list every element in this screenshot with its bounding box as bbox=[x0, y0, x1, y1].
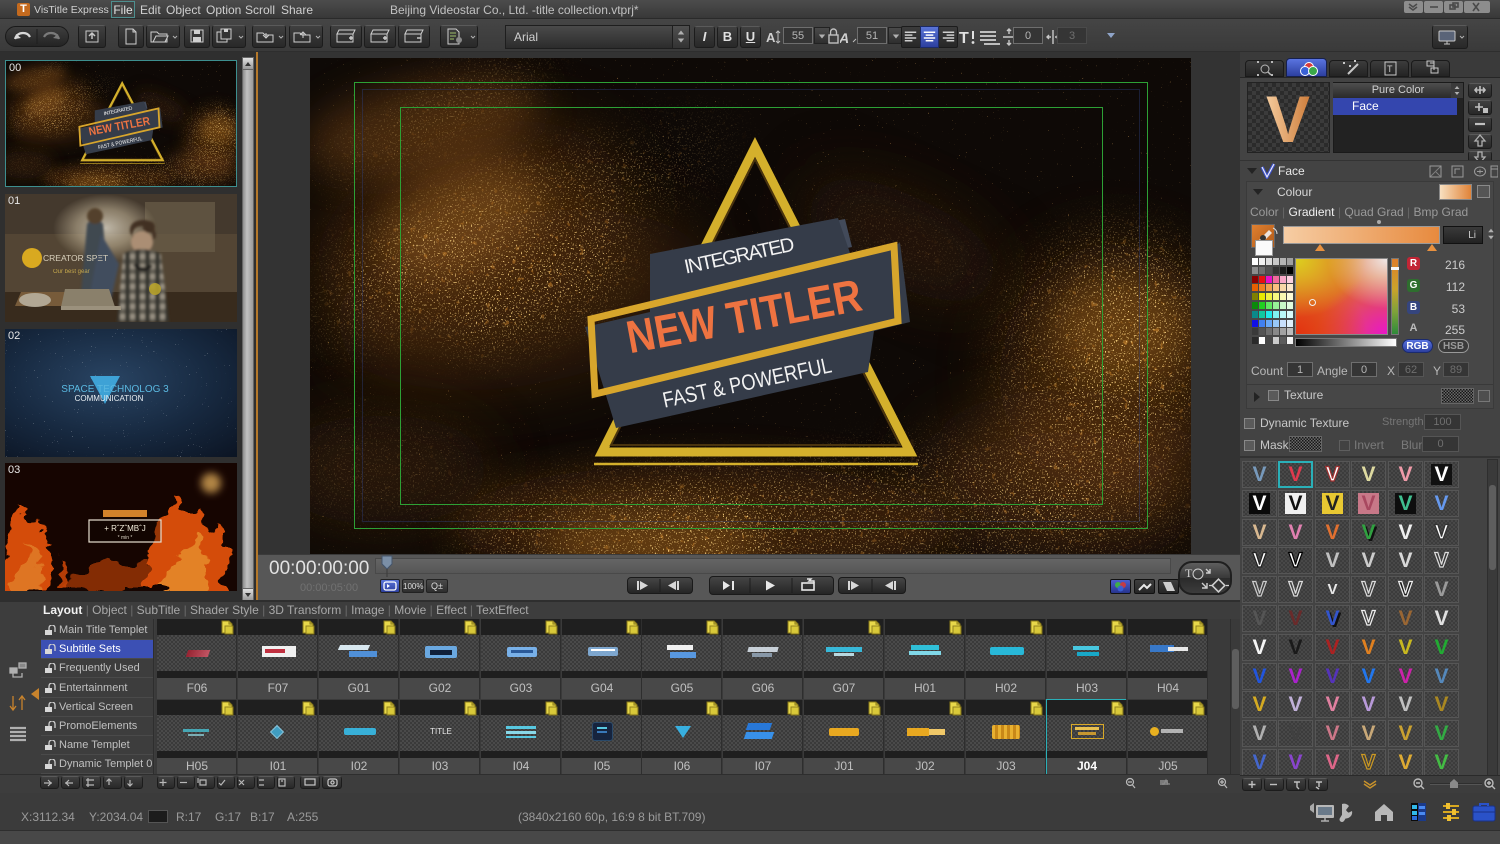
svg-text:CREATOR SPΞT: CREATOR SPΞT bbox=[43, 253, 108, 263]
svg-text:* min *: * min * bbox=[118, 535, 133, 541]
svg-text:T: T bbox=[1185, 566, 1193, 580]
svg-text:CΟMMUNICATIΟN: CΟMMUNICATIΟN bbox=[75, 394, 144, 403]
svg-text:A: A bbox=[766, 30, 776, 45]
svg-text:T: T bbox=[1387, 64, 1393, 74]
svg-text:Our best gear: Our best gear bbox=[53, 269, 90, 275]
svg-text:+ RˆZˆMBˆJ: + RˆZˆMBˆJ bbox=[104, 524, 146, 533]
svg-text:A: A bbox=[840, 30, 851, 46]
svg-text:V: V bbox=[1266, 82, 1310, 153]
svg-text:T: T bbox=[959, 30, 969, 47]
